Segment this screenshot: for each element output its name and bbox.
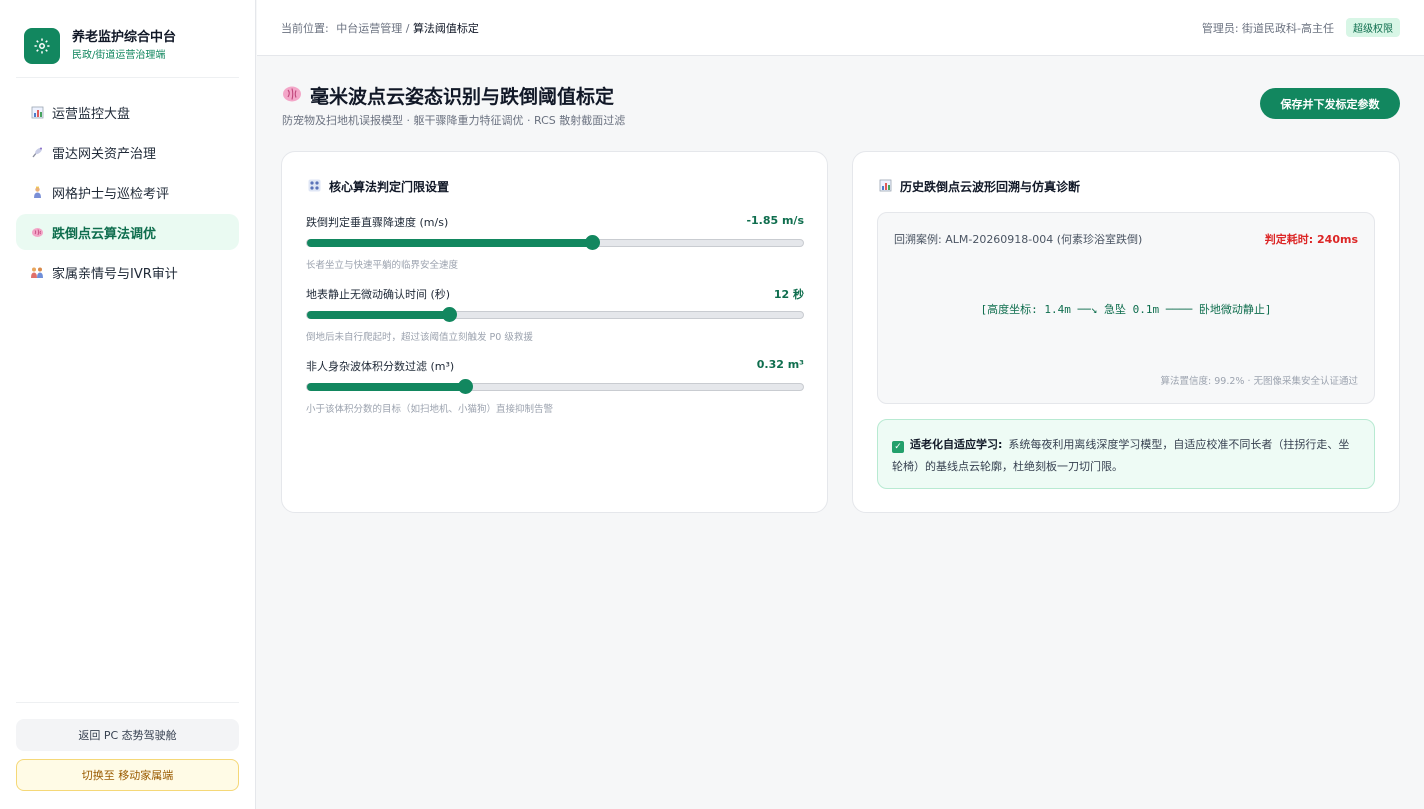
sidebar-divider xyxy=(16,77,239,78)
page-title: 毫米波点云姿态识别与跌倒阈值标定 xyxy=(282,82,614,109)
slider-thumb[interactable] xyxy=(457,379,473,394)
slider-description: 长者坐立与快速平躺的临界安全速度 xyxy=(306,260,459,271)
brain-icon xyxy=(30,225,44,239)
sidebar-item-label: 雷达网关资产治理 xyxy=(52,146,157,162)
slider-label: 地表静止无微动确认时间 (秒) xyxy=(306,288,451,301)
sidebar-item-label: 运营监控大盘 xyxy=(52,106,131,122)
breadcrumb-parent[interactable]: 中台运营管理 xyxy=(336,22,402,35)
sidebar-item-family-ivr[interactable]: 家属亲情号与IVR审计 xyxy=(16,254,239,290)
decision-latency: 判定耗时: 240ms xyxy=(1264,233,1358,246)
permission-badge: 超级权限 xyxy=(1346,18,1400,37)
brain-icon xyxy=(282,85,302,107)
card-title: 历史跌倒点云波形回溯与仿真诊断 xyxy=(879,178,1080,195)
slider-fill xyxy=(307,239,593,247)
sidebar: 养老监护综合中台 民政/街道运营治理端 运营监控大盘 雷达网关资产治理 网格护士… xyxy=(0,0,256,809)
sidebar-nav: 运营监控大盘 雷达网关资产治理 网格护士与巡检考评 跌倒点云算法调优 家属亲情号… xyxy=(16,94,239,294)
sidebar-item-radar-assets[interactable]: 雷达网关资产治理 xyxy=(16,134,239,170)
brand-title: 养老监护综合中台 xyxy=(72,30,177,45)
nurse-icon xyxy=(30,185,44,199)
note-lead: 适老化自适应学习: xyxy=(910,438,1003,451)
card-title: 核心算法判定门限设置 xyxy=(308,178,449,195)
breadcrumb-separator: / xyxy=(405,22,410,35)
switch-to-mobile-button[interactable]: 切换至 移动家属端 xyxy=(16,759,239,791)
bar-chart-icon xyxy=(30,105,44,119)
slider-thumb[interactable] xyxy=(442,307,458,322)
top-bar: 当前位置: 中台运营管理 / 算法阈值标定 管理员: 街道民政科-高主任 超级权… xyxy=(257,0,1424,56)
fall-velocity-slider[interactable] xyxy=(306,235,804,250)
slider-fill xyxy=(307,311,450,319)
bar-chart-icon xyxy=(879,179,892,195)
slider-fill xyxy=(307,383,465,391)
slider-description: 倒地后未自行爬起时，超过该阈值立刻触发 P0 级救援 xyxy=(306,332,533,343)
brand: 养老监护综合中台 民政/街道运营治理端 xyxy=(24,28,176,64)
waveform-replay-card: 历史跌倒点云波形回溯与仿真诊断 回溯案例: ALM-20260918-004 (… xyxy=(852,151,1400,513)
sidebar-item-ops-dashboard[interactable]: 运营监控大盘 xyxy=(16,94,239,130)
waveform-panel: 回溯案例: ALM-20260918-004 (何素珍浴室跌倒) 判定耗时: 2… xyxy=(877,212,1375,404)
slider-fall-velocity: 跌倒判定垂直骤降速度 (m/s) -1.85 m/s 长者坐立与快速平躺的临界安… xyxy=(306,214,804,271)
back-to-pc-cockpit-button[interactable]: 返回 PC 态势驾驶舱 xyxy=(16,719,239,751)
slider-value: -1.85 m/s xyxy=(746,214,804,227)
admin-label: 管理员: 街道民政科-高主任 xyxy=(1201,21,1334,35)
save-and-deploy-button[interactable]: 保存并下发标定参数 xyxy=(1260,88,1400,119)
slider-value: 12 秒 xyxy=(773,288,804,301)
static-time-slider[interactable] xyxy=(306,307,804,322)
clutter-volume-slider[interactable] xyxy=(306,379,804,394)
slider-static-time: 地表静止无微动确认时间 (秒) 12 秒 倒地后未自行爬起时，超过该阈值立刻触发… xyxy=(306,286,804,343)
slider-value: 0.32 m³ xyxy=(756,358,804,371)
breadcrumb-prefix: 当前位置: xyxy=(281,22,329,35)
card-title-text: 核心算法判定门限设置 xyxy=(329,180,450,194)
sidebar-item-label: 跌倒点云算法调优 xyxy=(52,226,157,242)
sidebar-item-grid-nurse[interactable]: 网格护士与巡检考评 xyxy=(16,174,239,210)
slider-clutter-volume: 非人身杂波体积分数过滤 (m³) 0.32 m³ 小于该体积分数的目标（如扫地机… xyxy=(306,358,804,415)
height-trace: [高度坐标: 1.4m ──↘ 急坠 0.1m ──── 卧地微动静止] xyxy=(980,303,1272,316)
page-title-text: 毫米波点云姿态识别与跌倒阈值标定 xyxy=(310,86,615,108)
control-knobs-icon xyxy=(308,179,321,195)
slider-thumb[interactable] xyxy=(585,235,601,250)
breadcrumb: 当前位置: 中台运营管理 / 算法阈值标定 xyxy=(281,20,479,36)
sidebar-item-label: 网格护士与巡检考评 xyxy=(52,186,170,202)
breadcrumb-current: 算法阈值标定 xyxy=(412,22,479,35)
check-icon: ✓ xyxy=(892,441,904,453)
slider-label: 跌倒判定垂直骤降速度 (m/s) xyxy=(306,216,449,229)
slider-label: 非人身杂波体积分数过滤 (m³) xyxy=(306,360,455,373)
sidebar-divider xyxy=(16,702,239,703)
algorithm-confidence: 算法置信度: 99.2% · 无图像采集安全认证通过 xyxy=(1160,376,1358,387)
sidebar-item-label: 家属亲情号与IVR审计 xyxy=(52,266,178,282)
card-title-text: 历史跌倒点云波形回溯与仿真诊断 xyxy=(900,180,1081,194)
admin-info: 管理员: 街道民政科-高主任 超级权限 xyxy=(1202,18,1400,37)
satellite-dish-icon xyxy=(30,145,44,159)
page-subtitle: 防宠物及扫地机误报模型 · 躯干骤降重力特征调优 · RCS 散射截面过滤 xyxy=(282,114,626,127)
threshold-settings-card: 核心算法判定门限设置 跌倒判定垂直骤降速度 (m/s) -1.85 m/s 长者… xyxy=(281,151,828,513)
family-icon xyxy=(30,265,44,279)
brand-subtitle: 民政/街道运营治理端 xyxy=(72,50,166,61)
replay-case: 回溯案例: ALM-20260918-004 (何素珍浴室跌倒) xyxy=(894,233,1143,246)
gear-icon xyxy=(24,28,60,64)
adaptive-learning-note: ✓ 适老化自适应学习: 系统每夜利用离线深度学习模型，自适应校准不同长者（拄拐行走、… xyxy=(877,419,1375,489)
sidebar-item-fall-algorithm[interactable]: 跌倒点云算法调优 xyxy=(16,214,239,250)
slider-description: 小于该体积分数的目标（如扫地机、小猫狗）直接抑制告警 xyxy=(306,404,554,415)
